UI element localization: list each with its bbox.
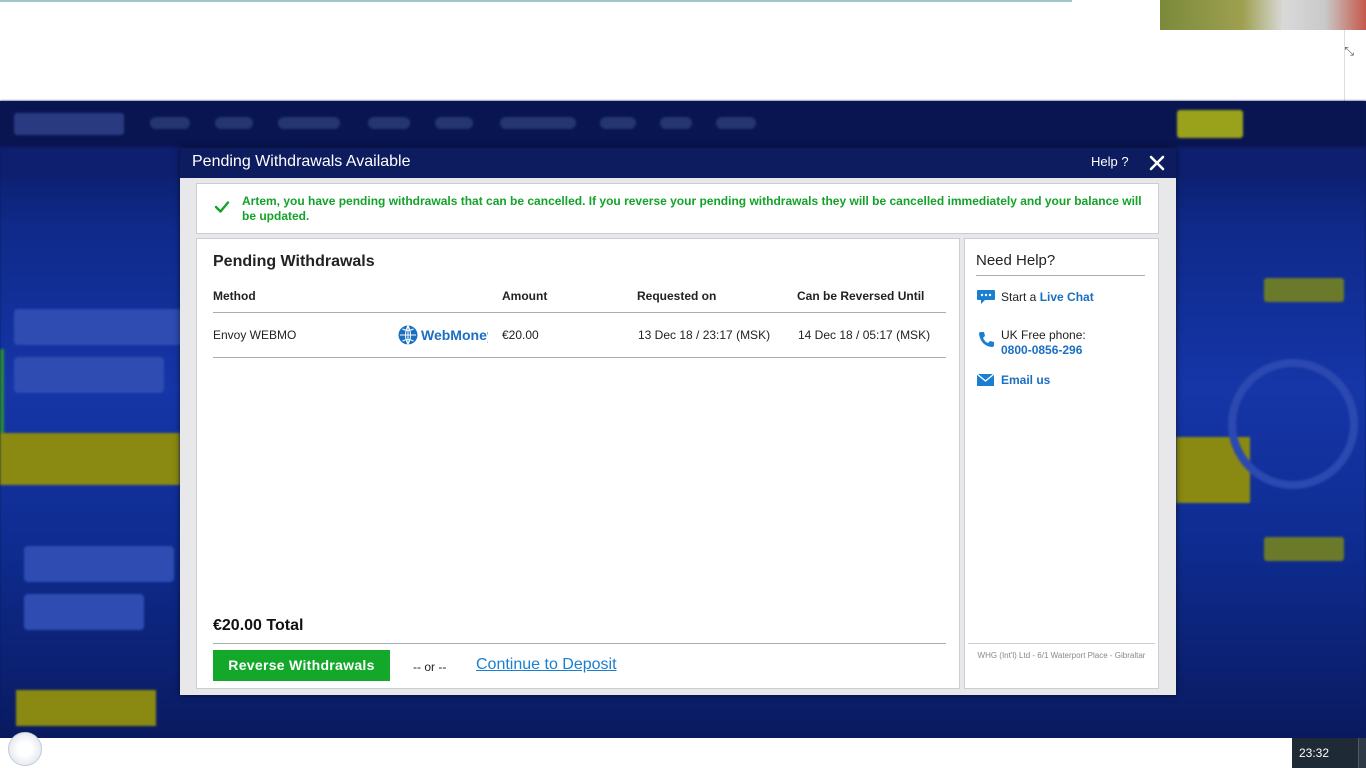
bg-nav-item xyxy=(660,117,692,129)
resize-icon[interactable]: ⤡ xyxy=(1344,44,1354,59)
phone-number-link[interactable]: 0800-0856-296 xyxy=(1001,343,1082,357)
total-amount: €20.00 Total xyxy=(213,617,304,634)
legal-divider xyxy=(968,643,1155,644)
bg-nav-item xyxy=(435,117,473,129)
show-desktop-button[interactable] xyxy=(1358,738,1366,768)
envelope-icon xyxy=(976,371,996,389)
checkmark-icon xyxy=(213,198,231,216)
bg-promo-button-2 xyxy=(16,690,156,726)
amount-cell: €20.00 xyxy=(502,328,539,342)
bg-nav-bar xyxy=(0,101,1366,147)
bg-join-button xyxy=(1177,110,1243,138)
help-link[interactable]: Help ? xyxy=(1091,154,1129,169)
start-button-icon[interactable] xyxy=(8,732,42,766)
browser-top-strip: ⤡ xyxy=(0,0,1366,101)
reverse-withdrawals-button[interactable]: Reverse Withdrawals xyxy=(213,650,390,681)
bg-promo-banner-2 xyxy=(24,536,184,645)
bg-nav-item xyxy=(278,117,340,129)
top-border-line xyxy=(0,0,1072,2)
modal-header: Pending Withdrawals Available Help ? xyxy=(180,148,1176,178)
reversible-until-cell: 14 Dec 18 / 05:17 (MSK) xyxy=(798,328,931,342)
table-header: Method Amount Requested on Can be Revers… xyxy=(213,289,946,313)
bg-logo xyxy=(14,113,124,135)
email-us-link[interactable]: Email us xyxy=(1001,373,1050,387)
bg-promo-button-1 xyxy=(0,433,180,485)
bg-side-button-2 xyxy=(1264,537,1344,561)
help-heading: Need Help? xyxy=(976,252,1056,269)
webmoney-logo-icon: WebMoney xyxy=(398,323,495,347)
close-icon[interactable] xyxy=(1146,152,1168,174)
window-thumbnails xyxy=(1160,0,1366,30)
phone-icon xyxy=(976,330,996,348)
bg-decorative-ring xyxy=(1228,359,1358,489)
chat-prefix: Start a xyxy=(1001,290,1040,304)
phone-label: UK Free phone: xyxy=(1001,328,1086,342)
svg-text:WebMoney: WebMoney xyxy=(421,327,488,343)
method-cell: Envoy WEBMO xyxy=(213,328,297,342)
column-header-requested: Requested on xyxy=(637,289,717,303)
bg-nav-item xyxy=(368,117,410,129)
table-row: Envoy WEBMO WebMoney €20.00 13 Dec 18 / … xyxy=(213,313,946,358)
requested-on-cell: 13 Dec 18 / 23:17 (MSK) xyxy=(638,328,771,342)
live-chat-link[interactable]: Live Chat xyxy=(1040,290,1094,304)
help-panel: Need Help? Start a Live Chat UK Free pho… xyxy=(964,238,1159,689)
window-edge xyxy=(1344,30,1366,101)
bg-nav-item xyxy=(716,117,756,129)
withdrawals-heading: Pending Withdrawals xyxy=(213,253,375,270)
pending-alert: Artem, you have pending withdrawals that… xyxy=(196,183,1159,234)
pending-withdrawals-modal: Pending Withdrawals Available Help ? Art… xyxy=(180,148,1176,695)
or-separator: -- or -- xyxy=(413,660,447,674)
taskbar-clock[interactable]: 23:32 xyxy=(1299,746,1329,760)
taskbar: 23:32 xyxy=(0,732,1366,768)
column-header-method: Method xyxy=(213,289,256,303)
help-divider xyxy=(976,275,1145,276)
footer-divider xyxy=(213,643,946,644)
column-header-amount: Amount xyxy=(502,289,548,303)
column-header-reversible: Can be Reversed Until xyxy=(797,289,925,303)
bg-nav-item xyxy=(150,117,190,129)
chat-bubble-icon xyxy=(976,288,996,306)
continue-to-deposit-link[interactable]: Continue to Deposit xyxy=(476,656,617,674)
withdrawals-panel: Pending Withdrawals Method Amount Reques… xyxy=(196,238,960,689)
bg-nav-item xyxy=(215,117,253,129)
legal-text: WHG (Int'l) Ltd - 6/1 Waterport Place - … xyxy=(977,651,1146,660)
modal-title: Pending Withdrawals Available xyxy=(192,153,411,170)
bg-nav-item xyxy=(600,117,636,129)
alert-message: Artem, you have pending withdrawals that… xyxy=(242,194,1142,223)
bg-side-button-1 xyxy=(1264,278,1344,302)
bg-promo-banner-1 xyxy=(14,299,194,408)
bg-nav-item xyxy=(500,117,576,129)
